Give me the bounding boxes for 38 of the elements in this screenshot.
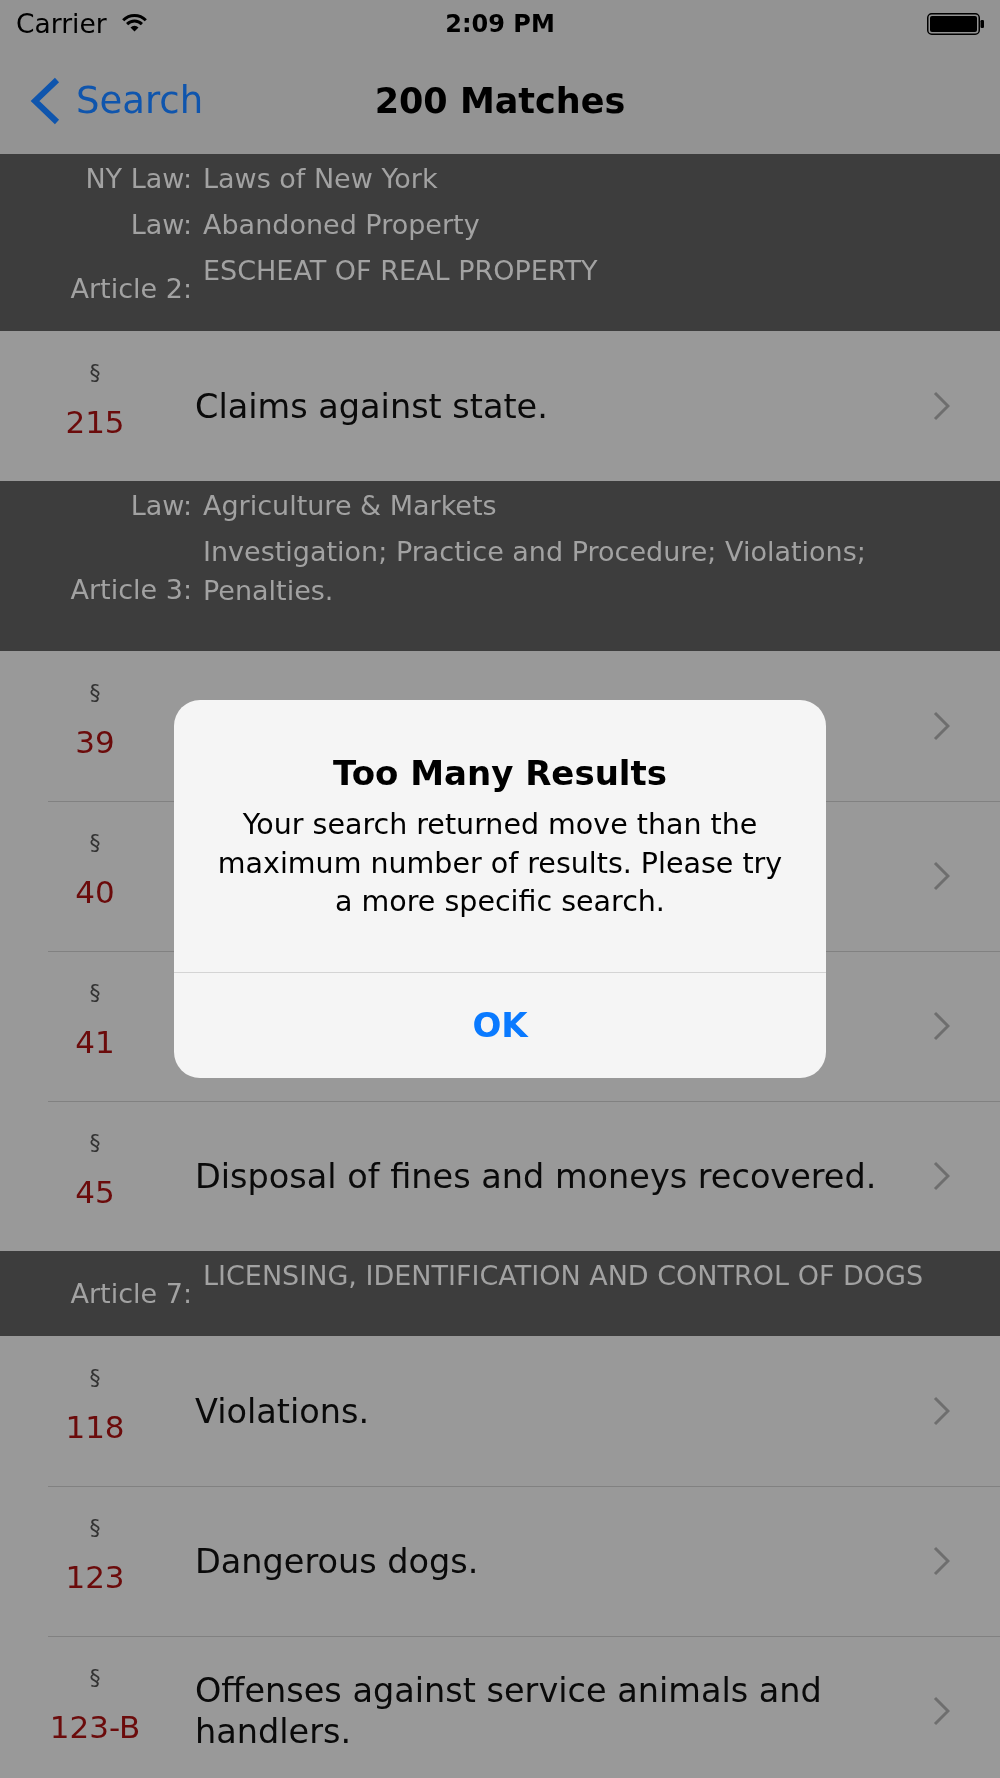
header-label: NY Law: [85,162,192,196]
header-value: Laws of New York [203,162,438,196]
header-label: Law: [130,208,192,242]
carrier-label: Carrier [16,8,107,40]
section-number: 123-B [49,1709,141,1745]
alert-title: Too Many Results [331,752,668,794]
section-symbol: § [89,360,101,386]
header-value: Agriculture & Markets [203,489,497,523]
section-title: Claims against state. [195,385,548,427]
header-label: Article 2: [70,272,192,306]
section-symbol: § [89,830,101,856]
header-value: ESCHEAT OF REAL PROPERTY [203,254,598,288]
section-symbol: § [89,1130,101,1156]
header-label: Law: [130,489,192,523]
section-number: 215 [65,404,125,440]
section-title: Disposal of fines and moneys recovered. [195,1155,877,1197]
section-number: 123 [65,1559,125,1595]
section-symbol: § [89,680,101,706]
header-value: Abandoned Property [203,208,480,242]
section-title: Violations. [195,1390,370,1432]
navigation-title: 200 Matches [374,80,626,123]
header-value: Investigation; Practice and Procedure; Violations; Penalties. [203,535,867,608]
alert-message: Your search returned move than the maximum number of results. Please try a more specific search. [216,807,784,920]
header-value: LICENSING, IDENTIFICATION AND CONTROL OF DOGS [203,1259,924,1293]
section-number: 39 [75,724,115,760]
section-title: Dangerous dogs. [195,1540,479,1582]
section-symbol: § [89,1515,101,1541]
section-title: Offenses against service animals and handlers. [195,1670,823,1752]
section-symbol: § [89,1665,101,1691]
header-label: Article 3: [70,572,192,607]
header-label: Article 7: [70,1277,192,1311]
section-symbol: § [89,980,101,1006]
section-symbol: § [89,1365,101,1391]
section-number: 40 [75,874,115,910]
section-number: 41 [75,1024,115,1060]
clock-time: 2:09 PM [445,9,555,39]
section-number: 118 [65,1409,125,1445]
section-number: 45 [75,1174,115,1210]
